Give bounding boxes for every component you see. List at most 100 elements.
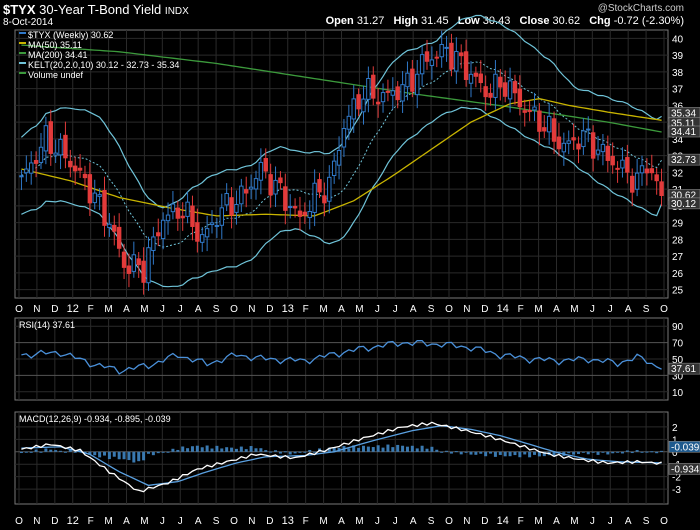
macd-histogram-bar bbox=[459, 451, 463, 455]
candle-body bbox=[600, 143, 606, 153]
macd-histogram-bar bbox=[518, 451, 522, 458]
macd-histogram-bar bbox=[142, 451, 146, 461]
legend-swatch bbox=[19, 52, 26, 54]
macd-histogram-bar bbox=[127, 451, 131, 461]
x-tick-label: D bbox=[266, 304, 273, 315]
legend-label: KELT(20,2.0,10) 30.12 - 32.73 - 35.34 bbox=[28, 60, 179, 70]
candle-body bbox=[63, 134, 68, 159]
candle-body bbox=[244, 189, 249, 194]
macd-histogram-bar bbox=[464, 451, 468, 453]
candle-body bbox=[253, 178, 259, 190]
macd-histogram-bar bbox=[650, 451, 654, 453]
x-tick-label: A bbox=[410, 304, 417, 315]
candle-body bbox=[449, 42, 454, 70]
macd-histogram-bar bbox=[347, 448, 351, 452]
x-tick-label: S bbox=[428, 304, 435, 315]
x-tick-label: N bbox=[248, 304, 255, 315]
x-tick-label: A bbox=[338, 304, 345, 315]
x-tick-label: D bbox=[481, 304, 488, 315]
candle-body bbox=[248, 186, 254, 190]
macd-histogram-bar bbox=[581, 451, 585, 453]
candle-body bbox=[68, 160, 73, 168]
x-tick-label: S bbox=[643, 304, 650, 315]
y-tick-label: 29 bbox=[672, 219, 684, 230]
candle-body bbox=[439, 43, 444, 58]
candle-body bbox=[459, 52, 464, 57]
rsi-last-label: 37.61 bbox=[671, 364, 696, 375]
candle-body bbox=[351, 98, 356, 120]
candle-body bbox=[615, 167, 620, 170]
candle-body bbox=[346, 115, 352, 130]
x-tick-label: 13 bbox=[282, 303, 294, 315]
candle-body bbox=[542, 127, 547, 132]
candle-body bbox=[190, 205, 195, 227]
candle-body bbox=[336, 150, 342, 166]
macd-histogram-bar bbox=[186, 448, 190, 452]
x-tick-label: O bbox=[230, 516, 238, 527]
macd-histogram-bar bbox=[523, 451, 527, 455]
macd-histogram-bar bbox=[381, 447, 385, 452]
candle-body bbox=[229, 197, 234, 216]
macd-histogram-bar bbox=[298, 451, 302, 453]
candle-body bbox=[551, 118, 557, 142]
x-tick-label: N bbox=[33, 304, 40, 315]
candle-body bbox=[107, 223, 112, 229]
macd-histogram-bar bbox=[161, 451, 165, 453]
candle-body bbox=[33, 160, 39, 164]
candle-body bbox=[317, 179, 322, 193]
candle-body bbox=[121, 251, 127, 268]
macd-histogram-bar bbox=[230, 447, 234, 452]
x-tick-label: M bbox=[355, 516, 363, 527]
legend-swatch bbox=[19, 72, 26, 74]
x-tick-label: J bbox=[393, 304, 398, 315]
x-tick-label: M bbox=[355, 304, 363, 315]
x-tick-label: M bbox=[534, 516, 542, 527]
candle-body bbox=[581, 130, 586, 148]
x-tick-label: O bbox=[445, 304, 453, 315]
macd-histogram-bar bbox=[655, 451, 659, 454]
candle-body bbox=[454, 50, 459, 72]
macd-histogram-bar bbox=[449, 451, 453, 454]
macd-histogram-bar bbox=[386, 444, 390, 452]
candle-body bbox=[273, 179, 278, 195]
macd-histogram-bar bbox=[630, 451, 634, 454]
x-tick-label: J bbox=[590, 516, 595, 527]
last-value-label: 32.73 bbox=[671, 155, 696, 166]
candle-body bbox=[483, 86, 488, 98]
macd-histogram-bar bbox=[640, 451, 644, 453]
candle-body bbox=[136, 258, 141, 266]
candle-body bbox=[214, 225, 220, 228]
x-tick-label: D bbox=[51, 516, 58, 527]
macd-histogram-bar bbox=[503, 451, 507, 457]
macd-histogram-bar bbox=[469, 451, 473, 455]
y-tick-label: 25 bbox=[672, 286, 684, 297]
macd-histogram-bar bbox=[244, 449, 248, 452]
x-tick-label: A bbox=[123, 516, 130, 527]
candle-body bbox=[209, 222, 215, 226]
candle-body bbox=[219, 207, 224, 226]
macd-legend-label: MACD(12,26,9) -0.934, -0.895, -0.039 bbox=[19, 414, 171, 424]
x-tick-label: D bbox=[51, 304, 58, 315]
x-tick-label: 14 bbox=[497, 303, 509, 315]
candle-body bbox=[278, 177, 283, 184]
candle-body bbox=[566, 140, 571, 144]
y-tick-label: 39 bbox=[672, 51, 684, 62]
x-tick-label: F bbox=[303, 516, 309, 527]
y-tick-label: 40 bbox=[672, 34, 684, 45]
x-tick-label: F bbox=[518, 516, 524, 527]
macd-histogram-bar bbox=[103, 451, 107, 456]
macd-histogram-bar bbox=[19, 451, 23, 454]
candle-body bbox=[419, 54, 425, 75]
macd-histogram-bar bbox=[24, 451, 28, 453]
macd-histogram-bar bbox=[39, 451, 43, 453]
candle-body bbox=[468, 73, 474, 84]
candle-body bbox=[175, 207, 181, 219]
x-tick-label: M bbox=[140, 304, 148, 315]
candle-body bbox=[405, 72, 410, 88]
candle-body bbox=[429, 59, 435, 66]
macd-histogram-bar bbox=[269, 451, 273, 453]
legend-swatch bbox=[19, 42, 26, 44]
candle-body bbox=[307, 211, 312, 219]
x-tick-label: A bbox=[553, 304, 560, 315]
candle-body bbox=[512, 81, 518, 94]
